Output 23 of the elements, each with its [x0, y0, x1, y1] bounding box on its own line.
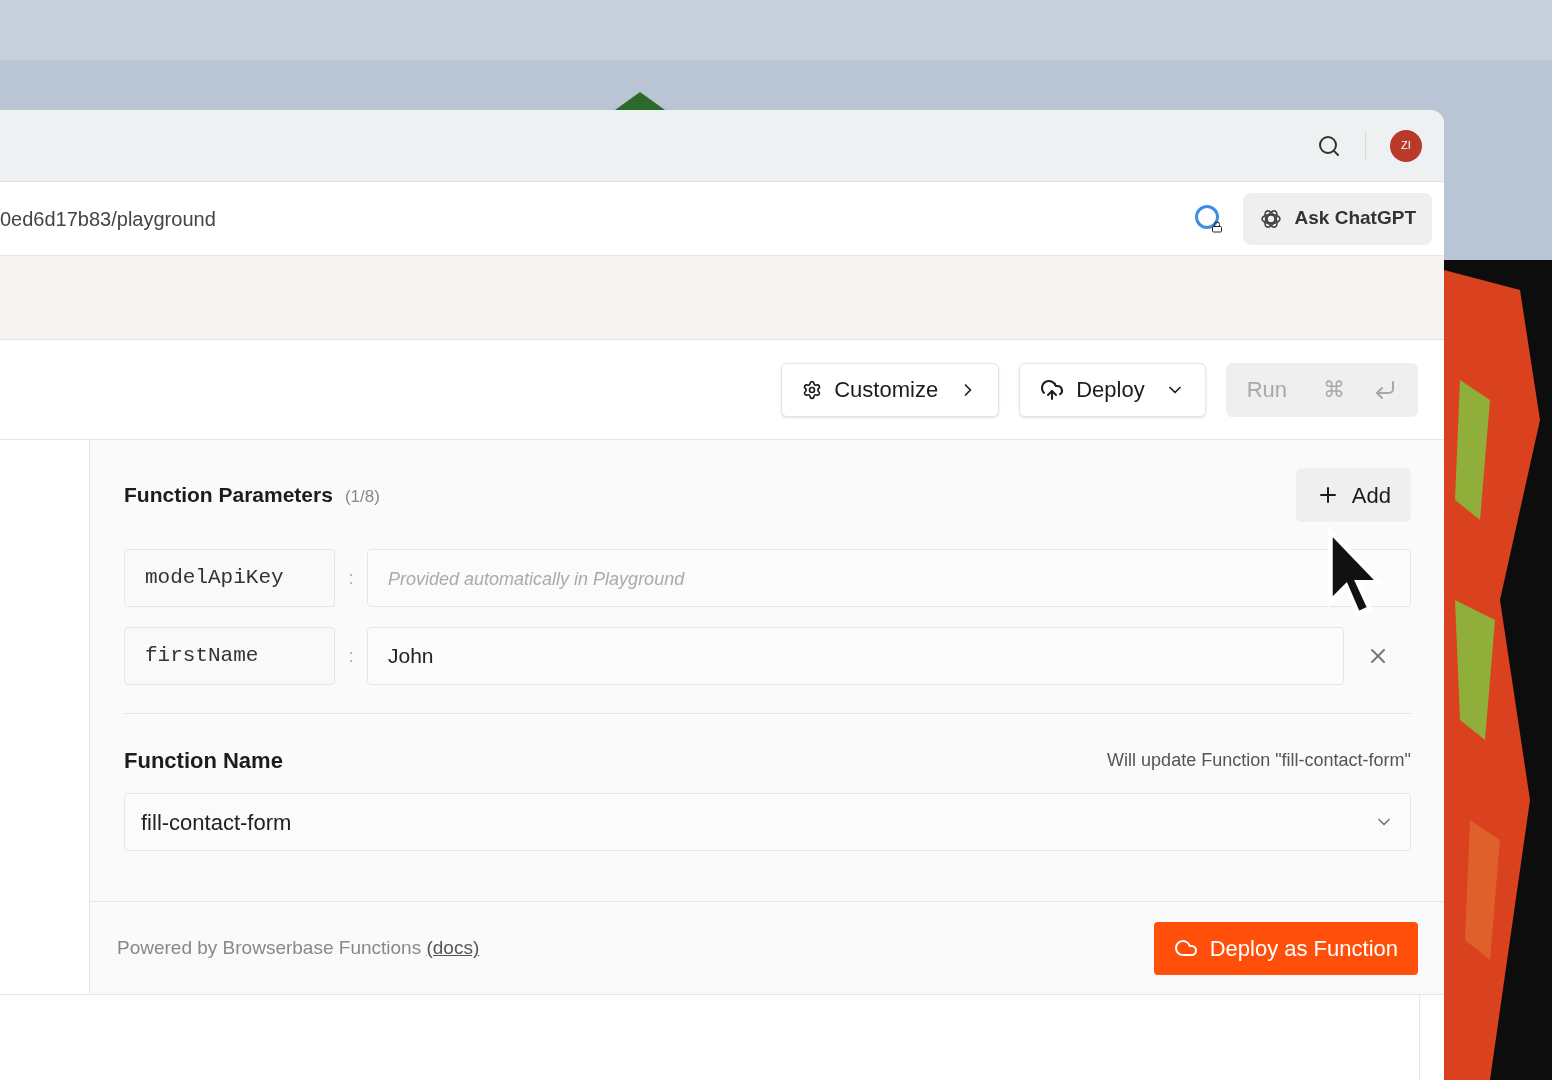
docs-link[interactable]: (docs)	[426, 936, 480, 958]
gear-icon	[802, 379, 823, 400]
parameter-name: firstName	[124, 627, 335, 685]
parameter-count: (1/8)	[344, 486, 380, 509]
parameter-value-field[interactable]: Provided automatically in Playground	[367, 549, 1411, 607]
function-name-select[interactable]: fill-contact-form	[124, 793, 1411, 851]
avatar[interactable]: ZI	[1390, 129, 1422, 162]
password-lock-icon[interactable]	[1194, 204, 1223, 233]
parameter-name: modelApiKey	[124, 549, 335, 607]
customize-button[interactable]: Customize	[781, 362, 1000, 417]
section-title: Function Parameters	[124, 482, 333, 509]
deploy-button[interactable]: Deploy	[1019, 362, 1206, 417]
add-button[interactable]: Add	[1295, 468, 1411, 522]
footer-text: Powered by Browserbase Functions (docs)	[117, 935, 480, 960]
parameter-value-field[interactable]: John	[367, 627, 1344, 685]
colon-separator: :	[347, 566, 355, 590]
update-note: Will update Function "fill-contact-form"	[1107, 749, 1411, 772]
cloud-upload-icon	[1040, 377, 1065, 402]
ask-chatgpt-button[interactable]: Ask ChatGPT	[1242, 192, 1432, 245]
field-label: Function Name	[124, 747, 283, 775]
search-icon[interactable]	[1317, 133, 1341, 158]
colon-separator: :	[347, 644, 355, 668]
address-url[interactable]: 0ed6d17b83/playground	[0, 203, 1195, 234]
